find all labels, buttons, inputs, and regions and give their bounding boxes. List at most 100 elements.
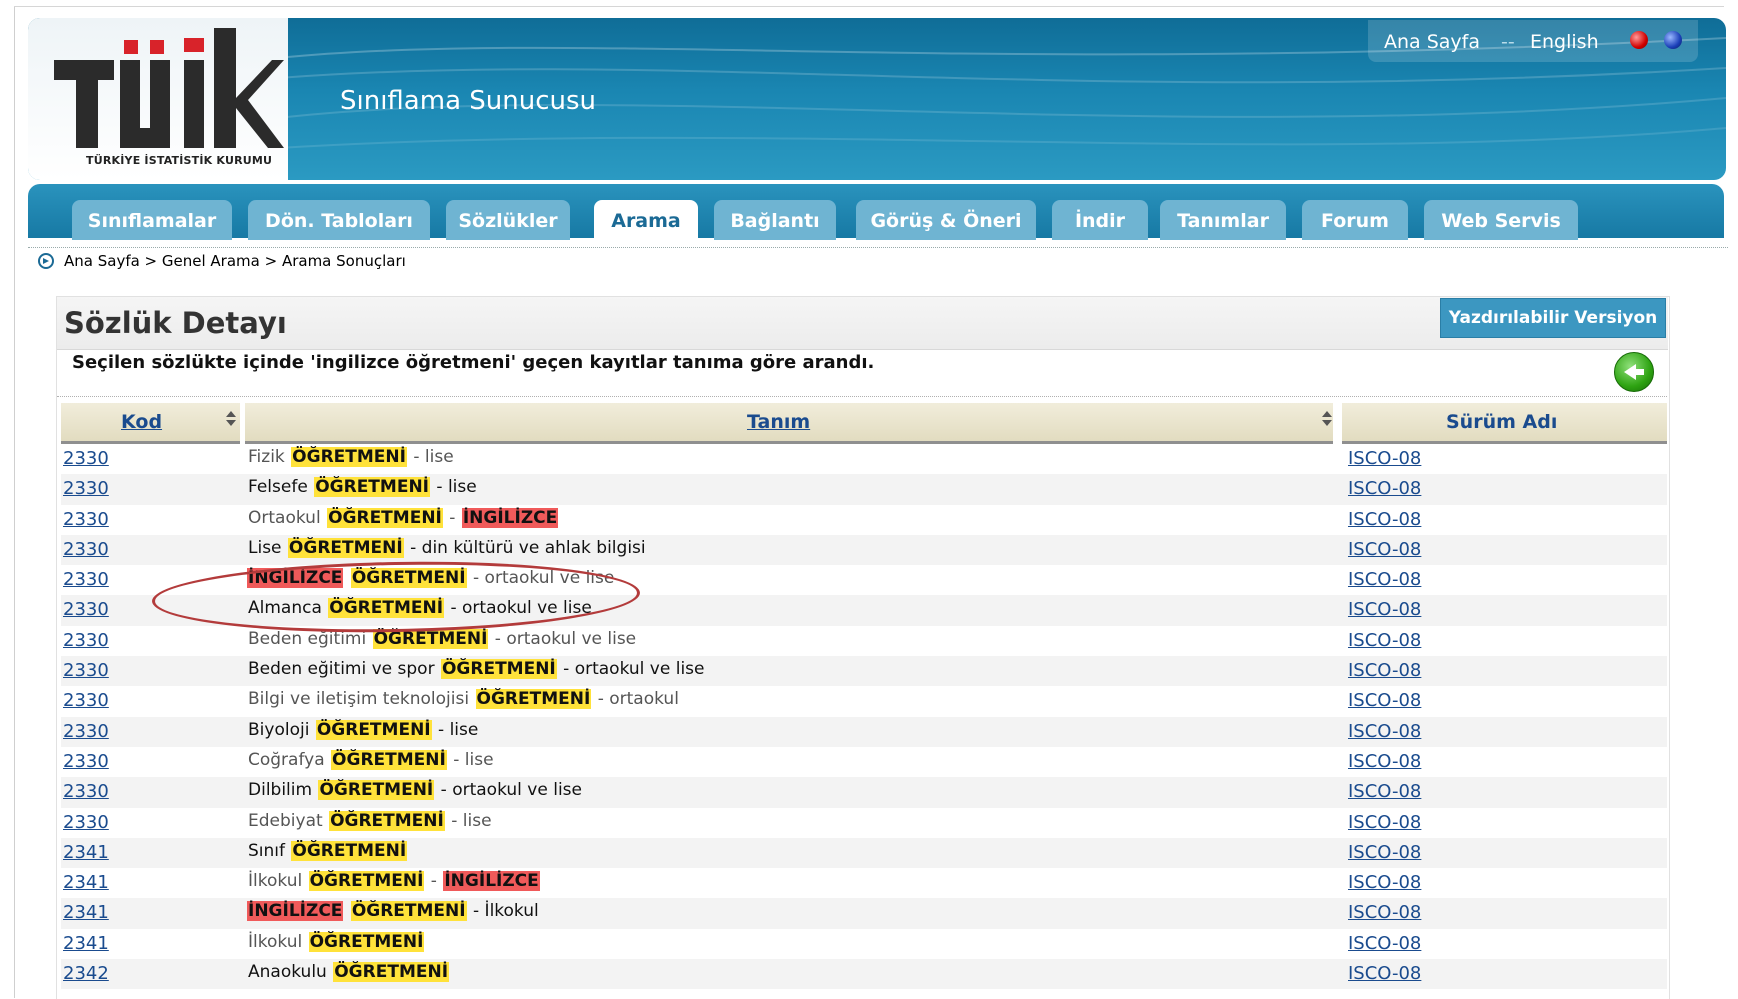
kod-link[interactable]: 2330: [63, 569, 109, 590]
surum-link[interactable]: ISCO-08: [1348, 751, 1421, 772]
english-link[interactable]: English: [1530, 31, 1599, 53]
tanim-text: Bilgi ve iletişim teknolojisi ÖĞRETMENİ …: [247, 689, 680, 710]
column-header-surum: Sürüm Adı: [1342, 403, 1667, 444]
surum-link[interactable]: ISCO-08: [1348, 478, 1421, 499]
tab-10[interactable]: Web Servis: [1424, 200, 1578, 240]
tab-7[interactable]: İndir: [1052, 200, 1148, 240]
table-row: 2330 Beden eğitimi ÖĞRETMENİ - ortaokul v…: [61, 626, 1667, 656]
kod-link[interactable]: 2341: [63, 872, 109, 893]
tab-9[interactable]: Forum: [1302, 200, 1408, 240]
tanim-sort-link[interactable]: Tanım: [747, 411, 810, 433]
tab-2[interactable]: Dön. Tabloları: [248, 200, 430, 240]
highlighted-term: ÖĞRETMENİ: [372, 628, 489, 649]
highlighted-term: ÖĞRETMENİ: [329, 810, 445, 831]
kod-link[interactable]: 2330: [63, 448, 109, 469]
tanim-fragment: Edebiyat: [248, 810, 329, 831]
tanim-fragment: Sınıf: [248, 840, 291, 861]
table-row: 2330 Edebiyat ÖĞRETMENİ - lise ISCO-08: [61, 808, 1667, 838]
red-flag-icon[interactable]: [1630, 31, 1648, 49]
kod-link[interactable]: 2330: [63, 690, 109, 711]
highlighted-term: ÖĞRETMENİ: [315, 719, 432, 740]
table-row: 2341 İlkokul ÖĞRETMENİ ISCO-08: [61, 929, 1667, 959]
kod-link[interactable]: 2330: [63, 812, 109, 833]
kod-link[interactable]: 2330: [63, 781, 109, 802]
kod-link[interactable]: 2330: [63, 478, 109, 499]
highlighted-term: ÖĞRETMENİ: [291, 840, 408, 861]
surum-link[interactable]: ISCO-08: [1348, 963, 1421, 984]
surum-link[interactable]: ISCO-08: [1348, 721, 1421, 742]
tanim-fragment: - İlkokul: [467, 901, 539, 922]
kod-link[interactable]: 2330: [63, 630, 109, 651]
kod-link[interactable]: 2341: [63, 902, 109, 923]
kod-link[interactable]: 2330: [63, 751, 109, 772]
surum-link[interactable]: ISCO-08: [1348, 569, 1421, 590]
tanim-fragment: - ortaokul ve lise: [557, 659, 705, 680]
kod-link[interactable]: 2341: [63, 842, 109, 863]
kod-link[interactable]: 2341: [63, 933, 109, 954]
tanim-fragment: Ortaokul: [248, 507, 327, 528]
surum-link[interactable]: ISCO-08: [1348, 630, 1421, 651]
kod-link[interactable]: 2330: [63, 509, 109, 530]
column-header-tanim: Tanım: [245, 403, 1333, 444]
top-links-bar: Ana Sayfa -- English: [1368, 20, 1698, 62]
surum-link[interactable]: ISCO-08: [1348, 781, 1421, 802]
sort-arrows-icon[interactable]: [1321, 411, 1333, 429]
search-description: Seçilen sözlükte içinde 'ingilizce öğret…: [72, 352, 875, 373]
printable-version-button[interactable]: Yazdırılabilir Versiyon: [1440, 298, 1666, 338]
tuik-logo-icon: [54, 28, 284, 148]
surum-link[interactable]: ISCO-08: [1348, 842, 1421, 863]
tab-4[interactable]: Arama: [594, 200, 698, 240]
logo-caption: TÜRKİYE İSTATİSTİK KURUMU: [86, 154, 273, 167]
breadcrumb-text[interactable]: Ana Sayfa > Genel Arama > Arama Sonuçlar…: [64, 252, 406, 270]
table-row: 2330 Biyoloji ÖĞRETMENİ - lise ISCO-08: [61, 716, 1667, 747]
tab-6[interactable]: Görüş & Öneri: [856, 200, 1036, 240]
tab-1[interactable]: Sınıflamalar: [72, 200, 232, 240]
kod-link[interactable]: 2330: [63, 539, 109, 560]
surum-link[interactable]: ISCO-08: [1348, 812, 1421, 833]
tanim-text: Beden eğitimi ÖĞRETMENİ - ortaokul ve li…: [247, 628, 637, 649]
tanim-text: Fizik ÖĞRETMENİ - lise: [247, 447, 455, 467]
kod-link[interactable]: 2330: [63, 721, 109, 742]
highlighted-term: ÖĞRETMENİ: [287, 537, 404, 558]
surum-link[interactable]: ISCO-08: [1348, 448, 1421, 469]
kod-link[interactable]: 2342: [63, 963, 109, 984]
table-row: 2330 Beden eğitimi ve spor ÖĞRETMENİ - or…: [61, 656, 1667, 687]
table-row: 2330 Lise ÖĞRETMENİ - din kültürü ve ahla…: [61, 534, 1667, 566]
tanim-text: İNGİLİZCE ÖĞRETMENİ - İlkokul: [247, 901, 540, 922]
surum-link[interactable]: ISCO-08: [1348, 660, 1421, 681]
surum-link[interactable]: ISCO-08: [1348, 872, 1421, 893]
tanim-fragment: Fizik: [248, 447, 291, 467]
highlighted-term: ÖĞRETMENİ: [314, 477, 430, 498]
tab-5[interactable]: Bağlantı: [714, 200, 836, 240]
kod-link[interactable]: 2330: [63, 660, 109, 681]
surum-link[interactable]: ISCO-08: [1348, 690, 1421, 711]
highlighted-term: ÖĞRETMENİ: [475, 689, 592, 710]
tanim-fragment: - lise: [432, 719, 479, 740]
kod-link[interactable]: 2330: [63, 599, 109, 620]
tanim-text: Biyoloji ÖĞRETMENİ - lise: [247, 719, 479, 740]
tanim-text: Felsefe ÖĞRETMENİ - lise: [247, 477, 478, 498]
surum-link[interactable]: ISCO-08: [1348, 599, 1421, 620]
table-row: 2330 Coğrafya ÖĞRETMENİ - lise ISCO-08: [61, 747, 1667, 777]
tanim-fragment: - ortaokul ve lise: [489, 628, 637, 649]
back-arrow-icon[interactable]: [1614, 352, 1654, 392]
home-link[interactable]: Ana Sayfa: [1384, 31, 1480, 53]
tanim-fragment: Lise: [248, 537, 287, 558]
tanim-fragment: [343, 901, 350, 921]
blue-flag-icon[interactable]: [1664, 31, 1682, 49]
surum-link[interactable]: ISCO-08: [1348, 902, 1421, 923]
sort-arrows-icon[interactable]: [225, 411, 237, 429]
surum-link[interactable]: ISCO-08: [1348, 933, 1421, 954]
tanim-fragment: -: [443, 507, 461, 528]
kod-sort-link[interactable]: Kod: [121, 411, 162, 433]
tab-3[interactable]: Sözlükler: [446, 200, 570, 240]
highlighted-term: ÖĞRETMENİ: [440, 659, 557, 680]
tanim-text: Sınıf ÖĞRETMENİ: [247, 840, 408, 861]
highlighted-term: ÖĞRETMENİ: [333, 962, 450, 983]
tanim-fragment: - ortaokul ve lise: [435, 780, 582, 801]
surum-link[interactable]: ISCO-08: [1348, 539, 1421, 560]
link-separator: --: [1501, 31, 1515, 53]
surum-link[interactable]: ISCO-08: [1348, 509, 1421, 530]
highlighted-term: İNGİLİZCE: [247, 901, 344, 922]
tab-8[interactable]: Tanımlar: [1160, 200, 1286, 240]
